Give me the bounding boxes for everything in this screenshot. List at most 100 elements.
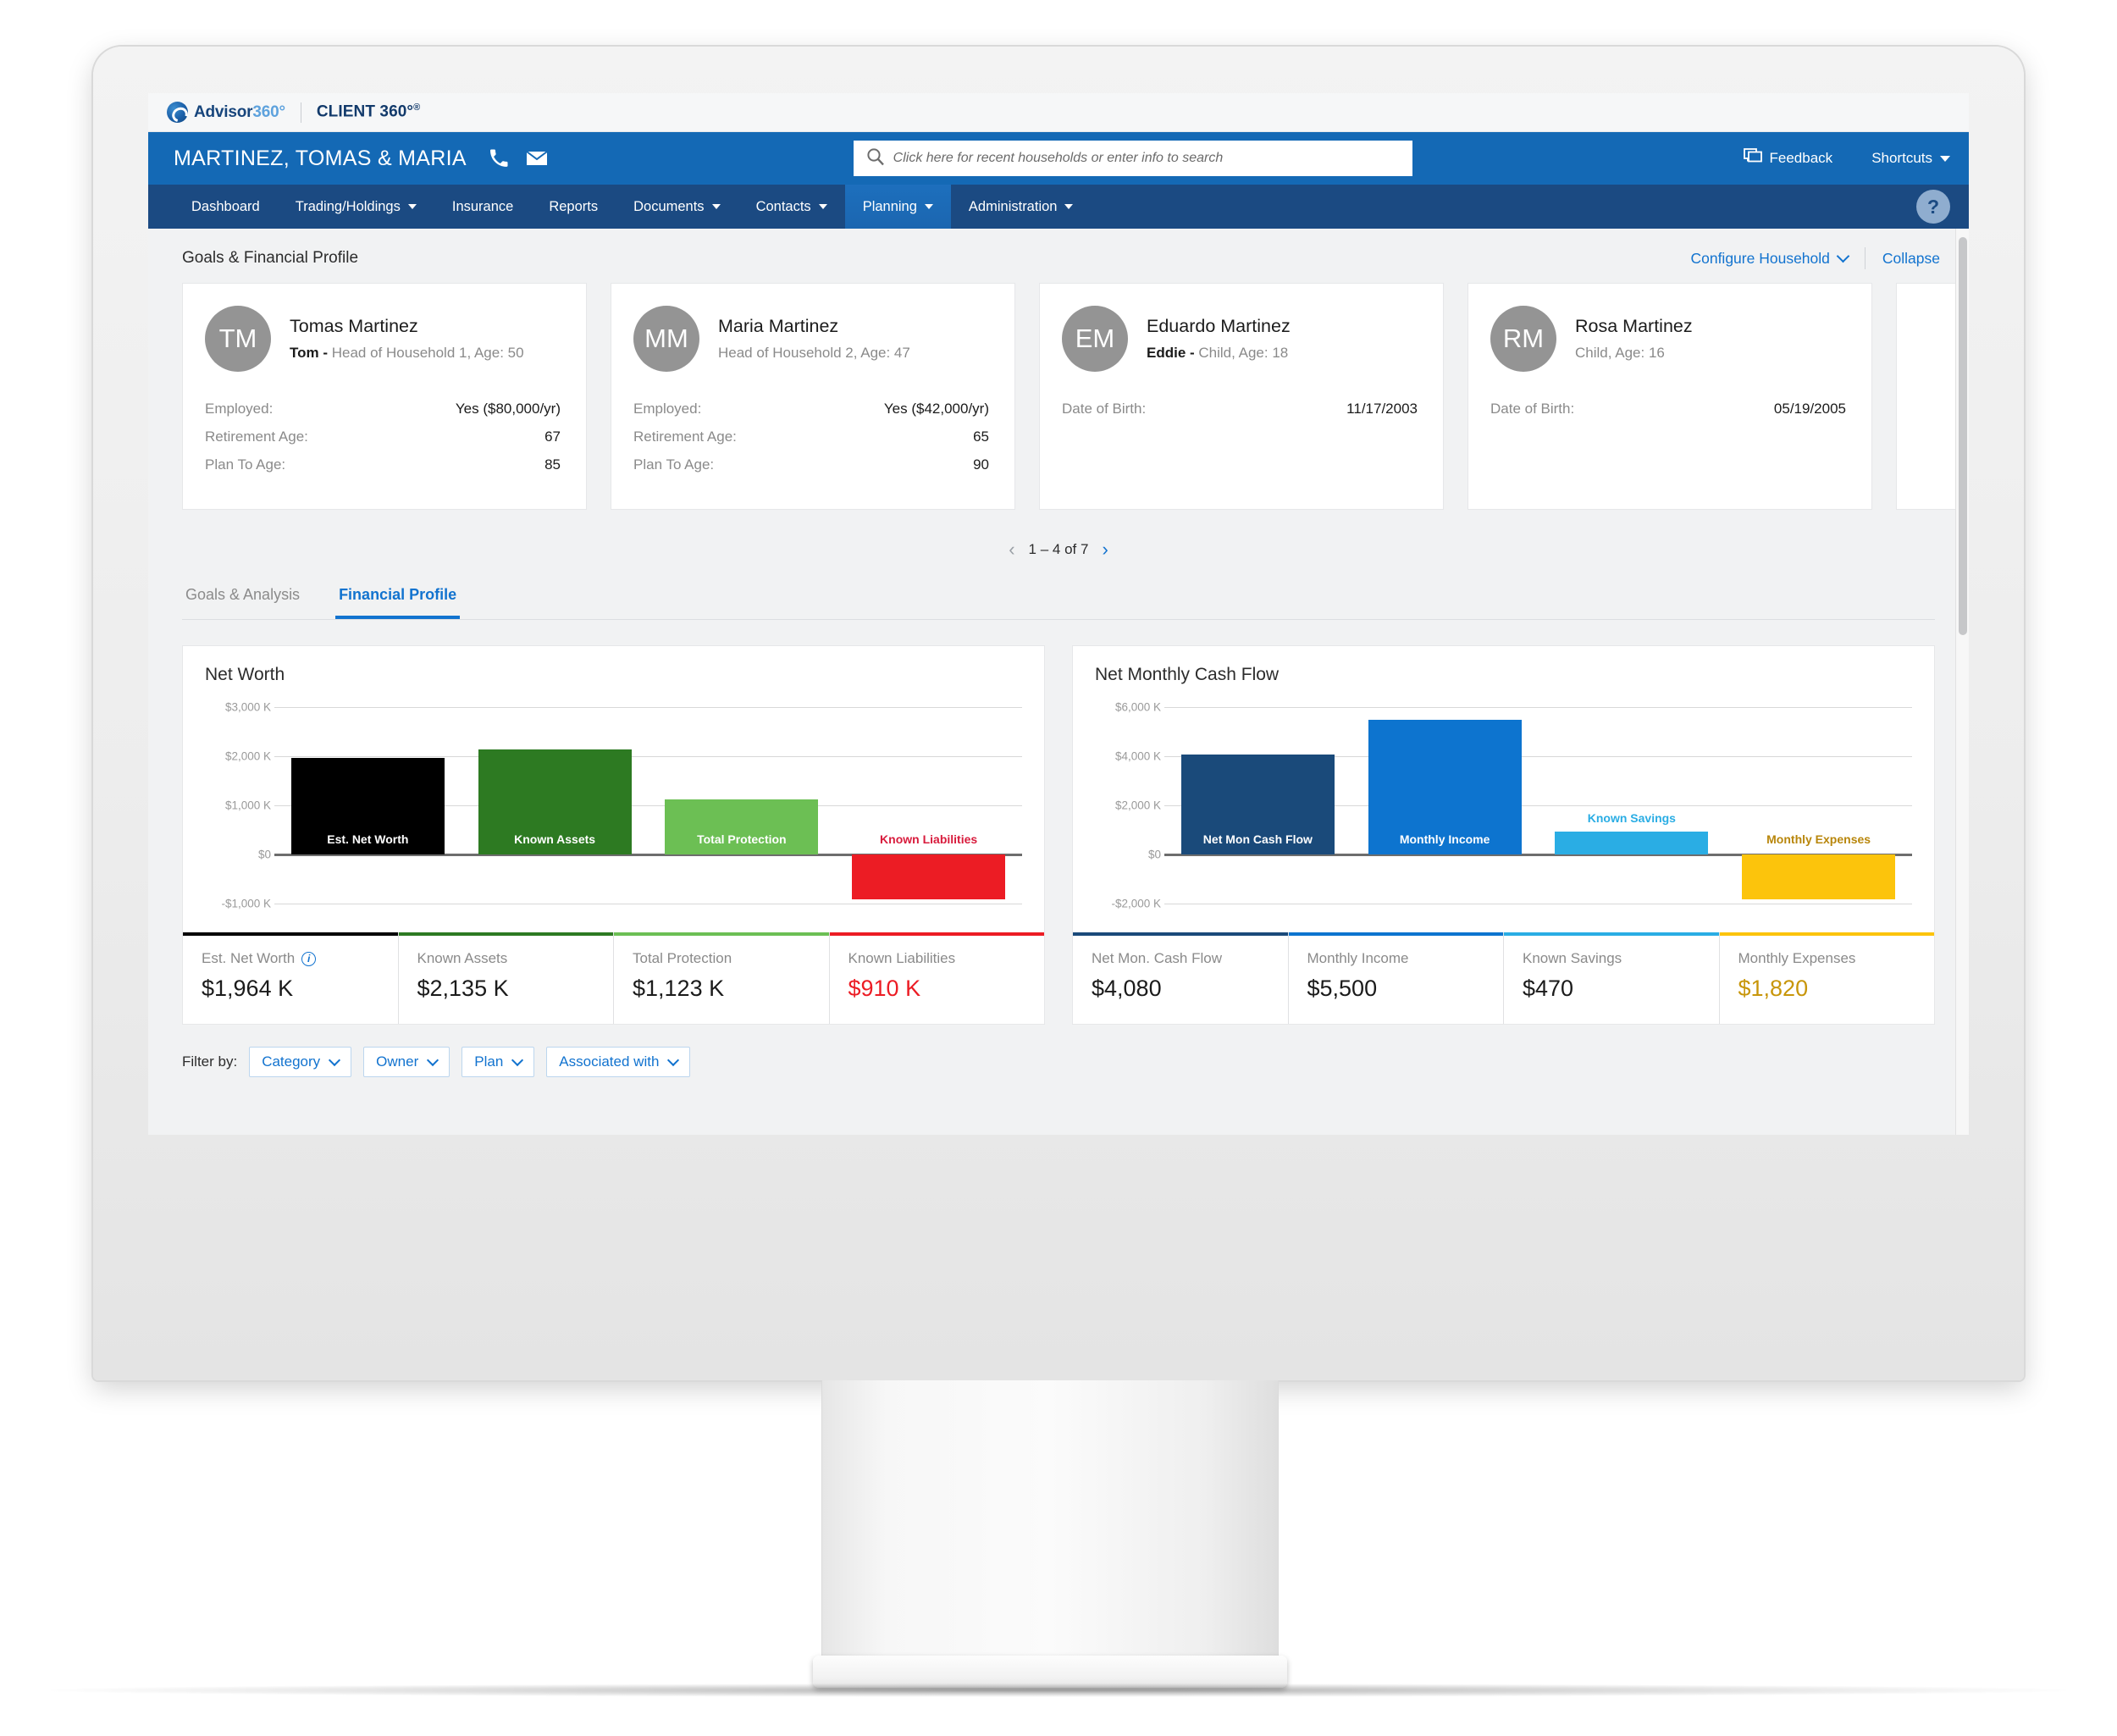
page-header-actions: Configure Household Collapse (1690, 247, 1940, 269)
member-name: Rosa Martinez (1575, 316, 1693, 336)
kpi-accent-stripe (1504, 932, 1719, 936)
kpi-accent-stripe (614, 932, 829, 936)
chart-bar[interactable] (852, 854, 1006, 899)
detail-value: 90 (973, 456, 989, 473)
member-card[interactable]: MM Maria Martinez Head of Household 2, Age… (611, 283, 1015, 510)
avatar: RM (1490, 306, 1556, 372)
detail-value: Yes ($80,000/yr) (455, 401, 561, 417)
member-relation: Child, Age: 16 (1575, 345, 1693, 362)
chevron-down-icon (427, 1053, 439, 1066)
member-card[interactable]: TM Tomas Martinez Tom - Head of Household … (182, 283, 587, 510)
y-axis-tick-label: $2,000 K (1114, 799, 1161, 812)
avatar: EM (1062, 306, 1128, 372)
nav-item-reports[interactable]: Reports (531, 185, 616, 229)
nav-item-label: Dashboard (191, 198, 260, 214)
nav-item-documents[interactable]: Documents (616, 185, 738, 229)
monitor-stand-neck (821, 1380, 1279, 1664)
nav-item-administration[interactable]: Administration (951, 185, 1092, 229)
feedback-label: Feedback (1769, 150, 1833, 166)
chart-bar[interactable] (665, 799, 819, 854)
chevron-down-icon (1940, 155, 1950, 162)
kpi-value: $5,500 (1307, 976, 1378, 1001)
scrollbar-thumb[interactable] (1959, 237, 1967, 635)
feedback-icon (1743, 147, 1762, 169)
member-relation: Head of Household 2, Age: 47 (718, 345, 910, 362)
kpi-cell: Known Liabilities $910 K (828, 932, 1044, 1024)
detail-row: Employed: Yes ($42,000/yr) (633, 401, 989, 417)
y-axis-tick-label: $1,000 K (224, 799, 271, 812)
chevron-down-icon (818, 204, 827, 209)
kpi-accent-stripe (183, 932, 398, 936)
filter-chip-associated-with[interactable]: Associated with (546, 1047, 691, 1077)
info-icon[interactable]: i (301, 951, 317, 966)
member-relation: Eddie - Child, Age: 18 (1147, 345, 1291, 362)
chart-bars: Net Mon Cash Flow Monthly Income Known Sav… (1164, 707, 1912, 904)
detail-value: 67 (544, 428, 561, 445)
brand-bar: Advisor360° CLIENT 360°® (148, 93, 1969, 132)
help-button[interactable]: ? (1916, 190, 1950, 224)
nav-item-label: Contacts (755, 198, 811, 214)
y-axis-tick-label: $6,000 K (1114, 700, 1161, 714)
filter-chip-plan[interactable]: Plan (462, 1047, 535, 1077)
tab-financial-profile[interactable]: Financial Profile (335, 581, 461, 619)
monitor-scene: Advisor360° CLIENT 360°® MARTINEZ, TOMAS… (0, 0, 2117, 1736)
member-identity: Tomas Martinez Tom - Head of Household 1,… (290, 316, 524, 362)
collapse-button[interactable]: Collapse (1882, 250, 1940, 268)
detail-row: Date of Birth: 05/19/2005 (1490, 401, 1846, 417)
chart-bar[interactable] (1742, 854, 1896, 899)
y-axis-tick-label: $0 (1147, 848, 1161, 861)
page-header: Goals & Financial Profile Configure Hous… (148, 229, 1969, 283)
nav-item-insurance[interactable]: Insurance (434, 185, 531, 229)
member-relation: Tom - Head of Household 1, Age: 50 (290, 345, 524, 362)
kpi-cell: Net Mon. Cash Flow $4,080 (1073, 932, 1288, 1024)
kpi-accent-stripe (398, 932, 613, 936)
kpi-label: Monthly Expenses (1738, 950, 1916, 967)
nav-item-label: Planning (862, 198, 917, 214)
filter-chip-owner[interactable]: Owner (363, 1047, 450, 1077)
nav-item-label: Administration (968, 198, 1058, 214)
member-details: Date of Birth: 11/17/2003 (1062, 401, 1418, 417)
search-input[interactable] (893, 151, 1400, 166)
chart-bar-label: Est. Net Worth (327, 832, 409, 846)
member-header: RM Rosa Martinez Child, Age: 16 (1490, 306, 1846, 372)
tab-goals-analysis[interactable]: Goals & Analysis (182, 581, 303, 619)
detail-label: Retirement Age: (205, 428, 308, 445)
kpi-label: Known Liabilities (848, 950, 1026, 967)
nav-item-planning[interactable]: Planning (844, 185, 951, 229)
chart-bar[interactable] (1555, 831, 1709, 854)
kpi-cell: Known Assets $2,135 K (397, 932, 613, 1024)
configure-household-button[interactable]: Configure Household (1690, 250, 1850, 268)
filter-chip-category[interactable]: Category (249, 1047, 352, 1077)
envelope-icon[interactable] (526, 150, 548, 167)
nav-item-trading-holdings[interactable]: Trading/Holdings (278, 185, 434, 229)
kpi-label: Est. Net Worth i (202, 950, 379, 967)
content-scrollbar[interactable] (1955, 229, 1969, 1135)
member-nickname: Eddie - (1147, 345, 1195, 361)
main-navigation: Dashboard Trading/Holdings Insurance Report… (148, 185, 1969, 229)
chart-bar-label: Monthly Income (1399, 832, 1490, 846)
desk-shadow (51, 1683, 2066, 1697)
pagination-prev-button[interactable]: ‹ (1009, 540, 1014, 559)
chart-bar-label: Known Savings (1587, 810, 1676, 825)
nav-item-contacts[interactable]: Contacts (738, 185, 845, 229)
member-card[interactable]: EM Eduardo Martinez Eddie - Child, Age: 18… (1039, 283, 1444, 510)
phone-icon[interactable] (489, 148, 509, 169)
filter-by-label: Filter by: (182, 1053, 238, 1070)
search-box[interactable] (853, 141, 1412, 176)
member-card[interactable]: RM Rosa Martinez Child, Age: 16 Date of Bir… (1468, 283, 1872, 510)
shortcuts-label: Shortcuts (1871, 150, 1932, 166)
member-relation-text: Head of Household 1, Age: 50 (328, 345, 524, 361)
filter-chip-label: Plan (474, 1053, 504, 1070)
pagination-next-button[interactable]: › (1102, 540, 1108, 559)
member-identity: Maria Martinez Head of Household 2, Age: … (718, 316, 910, 362)
feedback-button[interactable]: Feedback (1743, 147, 1833, 169)
detail-label: Date of Birth: (1062, 401, 1147, 417)
member-details: Date of Birth: 05/19/2005 (1490, 401, 1846, 417)
chevron-down-icon (329, 1053, 341, 1066)
kpi-row: Est. Net Worth i $1,964 K Known Assets $2,13… (183, 932, 1044, 1024)
kpi-value: $2,135 K (417, 976, 509, 1001)
detail-row: Plan To Age: 85 (205, 456, 561, 473)
filter-bar: Filter by: Category Owner Plan Associated w… (148, 1025, 1969, 1077)
shortcuts-menu[interactable]: Shortcuts (1871, 150, 1950, 167)
nav-item-dashboard[interactable]: Dashboard (174, 185, 278, 229)
